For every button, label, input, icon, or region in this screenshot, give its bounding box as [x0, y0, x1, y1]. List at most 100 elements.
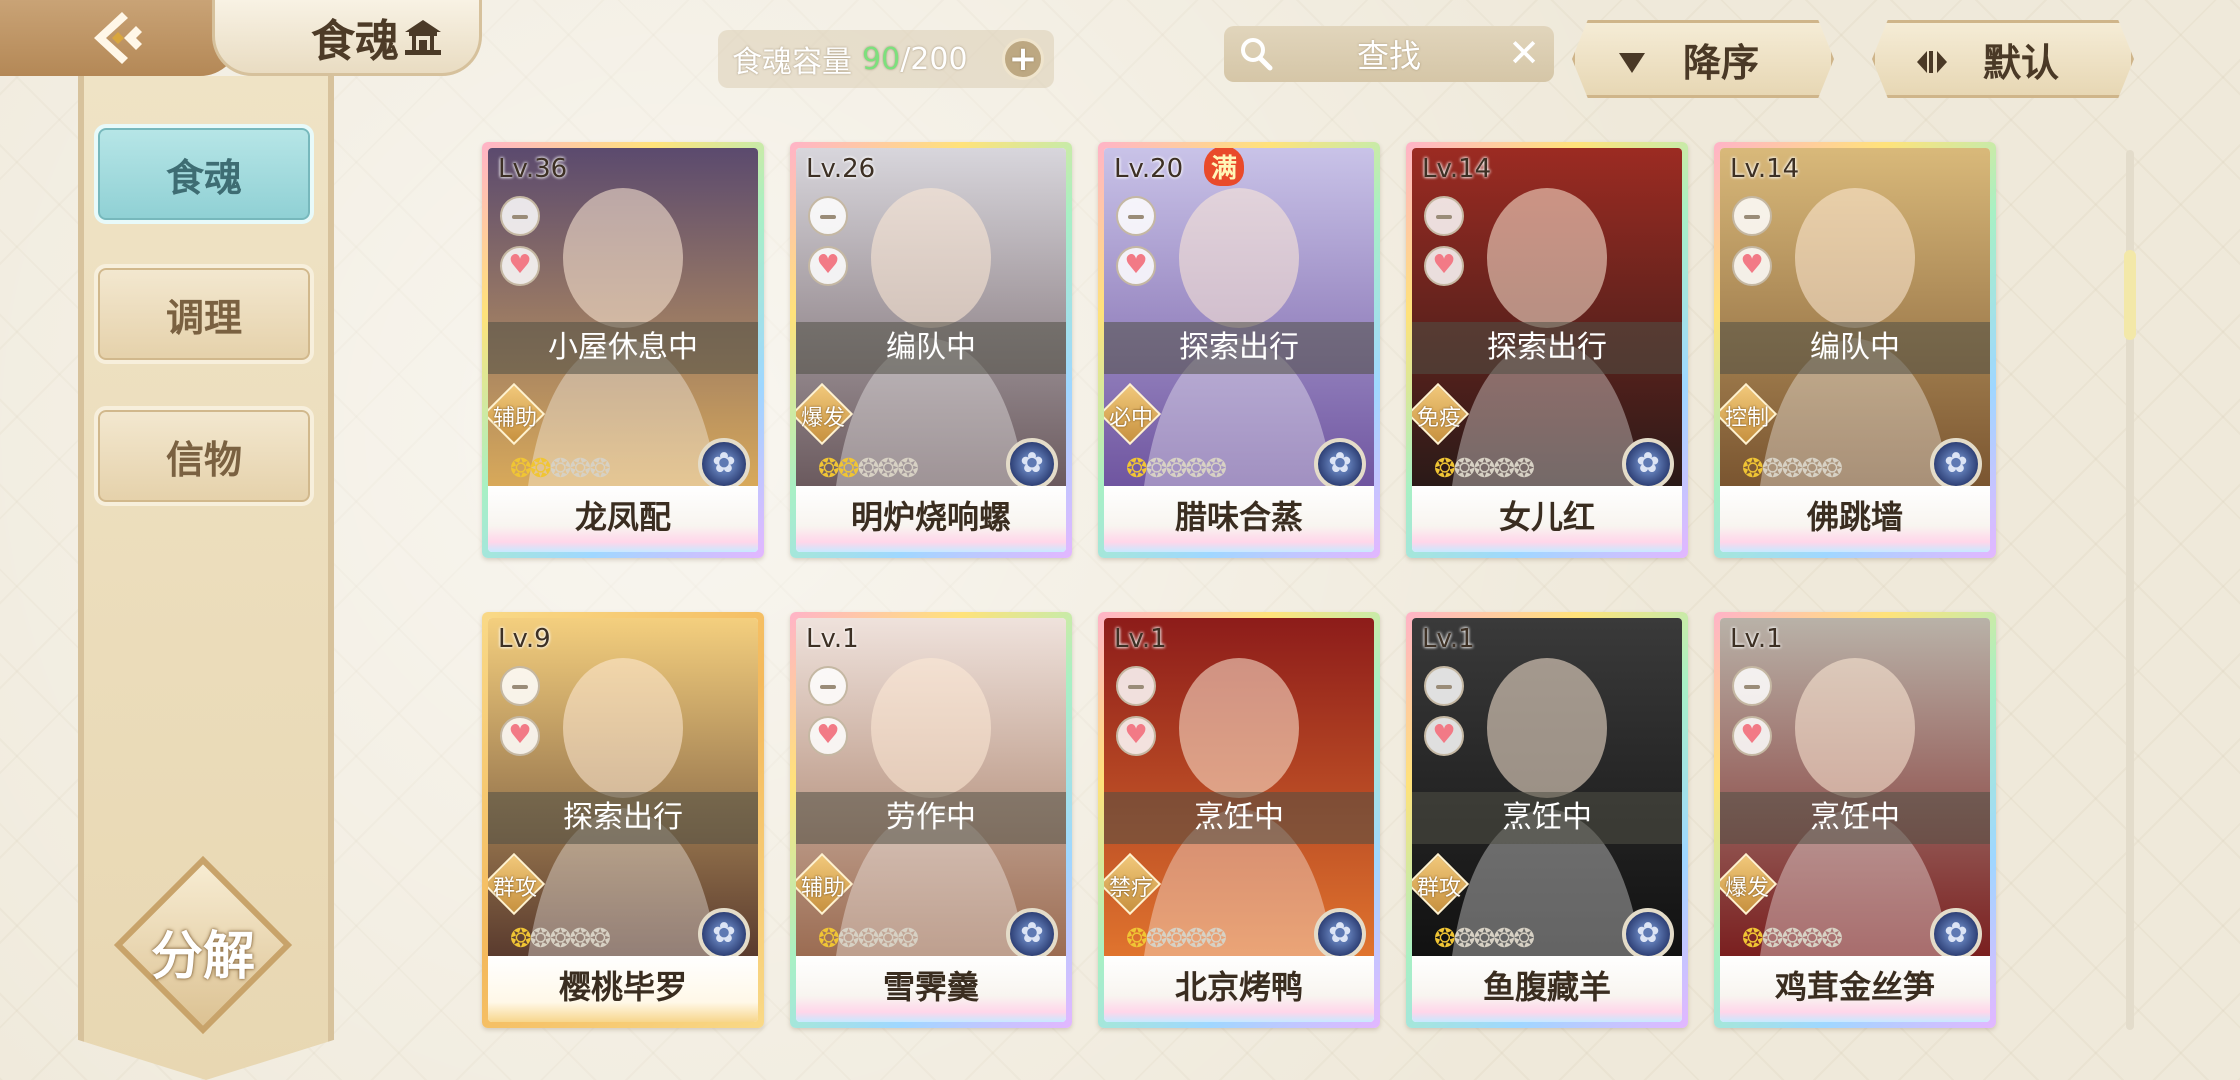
card-inner: Lv.14♥编队中控制❂❂❂❂❂佛跳墙: [1720, 148, 1990, 552]
star-flame-icon: ❂: [1126, 924, 1148, 954]
food-soul-name: 女儿红: [1498, 498, 1595, 536]
star-flame-icon: ❂: [1801, 924, 1823, 954]
role-badge: 必中: [1104, 382, 1162, 446]
lock-icon[interactable]: [808, 666, 848, 706]
star-flame-icon: ❂: [877, 454, 899, 484]
level-label: Lv.20: [1114, 154, 1184, 184]
card-inner: Lv.36♥小屋休息中辅助❂❂❂❂❂龙凤配: [488, 148, 758, 552]
tab-conditioning[interactable]: 调理: [94, 264, 314, 364]
star-rating: ❂❂❂❂❂: [818, 924, 919, 954]
food-soul-card[interactable]: Lv.9♥探索出行群攻❂❂❂❂❂樱桃毕罗: [482, 612, 764, 1028]
favorite-heart-icon[interactable]: ♥: [500, 246, 540, 286]
star-flame-icon: ❂: [1205, 924, 1227, 954]
level-label: Lv.26: [806, 154, 876, 184]
name-bar: 佛跳墙: [1720, 486, 1990, 552]
name-bar: 樱桃毕罗: [488, 956, 758, 1022]
food-soul-card[interactable]: Lv.26♥编队中爆发❂❂❂❂❂明炉烧响螺: [790, 142, 1072, 558]
name-bar: 龙凤配: [488, 486, 758, 552]
star-flame-icon: ❂: [1185, 924, 1207, 954]
star-rating: ❂❂❂❂❂: [510, 924, 611, 954]
food-soul-card[interactable]: Lv.36♥小屋休息中辅助❂❂❂❂❂龙凤配: [482, 142, 764, 558]
star-flame-icon: ❂: [1205, 454, 1227, 484]
scrollbar-thumb[interactable]: [2124, 250, 2136, 340]
star-rating: ❂❂❂❂❂: [818, 454, 919, 484]
favorite-heart-icon[interactable]: ♥: [1732, 246, 1772, 286]
tab-food-souls[interactable]: 食魂: [94, 124, 314, 224]
food-soul-card[interactable]: Lv.14♥探索出行免疫❂❂❂❂❂女儿红: [1406, 142, 1688, 558]
level-label: Lv.14: [1730, 154, 1800, 184]
favorite-heart-icon[interactable]: ♥: [500, 716, 540, 756]
role-badge: 控制: [1720, 382, 1778, 446]
role-label: 禁疗: [1108, 876, 1153, 901]
star-rating: ❂❂❂❂❂: [1742, 454, 1843, 484]
star-flame-icon: ❂: [1434, 454, 1456, 484]
favorite-heart-icon[interactable]: ♥: [1116, 246, 1156, 286]
role-badge: 群攻: [1412, 852, 1470, 916]
clear-search-icon[interactable]: ✕: [1508, 34, 1540, 72]
star-flame-icon: ❂: [1742, 454, 1764, 484]
title-plate: 食魂: [212, 0, 482, 76]
tab-tokens[interactable]: 信物: [94, 406, 314, 506]
food-soul-card[interactable]: Lv.1♥劳作中辅助❂❂❂❂❂雪霁羹: [790, 612, 1072, 1028]
favorite-heart-icon[interactable]: ♥: [1424, 246, 1464, 286]
food-soul-card[interactable]: Lv.1♥烹饪中禁疗❂❂❂❂❂北京烤鸭: [1098, 612, 1380, 1028]
element-emblem-icon: [698, 908, 750, 960]
food-soul-card[interactable]: Lv.14♥编队中控制❂❂❂❂❂佛跳墙: [1714, 142, 1996, 558]
star-flame-icon: ❂: [1801, 454, 1823, 484]
food-soul-card[interactable]: Lv.1♥烹饪中群攻❂❂❂❂❂鱼腹藏羊: [1406, 612, 1688, 1028]
role-label: 爆发: [1724, 876, 1769, 901]
back-button[interactable]: [0, 0, 240, 76]
star-flame-icon: ❂: [897, 454, 919, 484]
status-label: 烹饪中: [1104, 792, 1374, 844]
pavilion-icon[interactable]: [401, 18, 445, 58]
capacity-display: 食魂容量 90 / 200 +: [718, 30, 1054, 88]
add-capacity-button[interactable]: +: [1002, 38, 1044, 80]
lock-icon[interactable]: [500, 196, 540, 236]
status-label: 小屋休息中: [488, 322, 758, 374]
star-flame-icon: ❂: [857, 924, 880, 954]
status-label: 编队中: [1720, 322, 1990, 374]
food-soul-card[interactable]: Lv.1♥烹饪中爆发❂❂❂❂❂鸡茸金丝笋: [1714, 612, 1996, 1028]
card-inner: Lv.14♥探索出行免疫❂❂❂❂❂女儿红: [1412, 148, 1682, 552]
lock-icon[interactable]: [1116, 666, 1156, 706]
search-input[interactable]: 查找 ✕: [1224, 26, 1554, 82]
role-label: 群攻: [492, 876, 537, 901]
sort-mode-button[interactable]: 默认: [1872, 20, 2134, 98]
sort-order-button[interactable]: 降序: [1572, 20, 1834, 98]
lock-icon[interactable]: [808, 196, 848, 236]
status-label: 探索出行: [488, 792, 758, 844]
level-label: Lv.36: [498, 154, 568, 184]
role-badge: 禁疗: [1104, 852, 1162, 916]
favorite-heart-icon[interactable]: ♥: [1732, 716, 1772, 756]
favorite-heart-icon[interactable]: ♥: [808, 246, 848, 286]
lock-icon[interactable]: [1116, 196, 1156, 236]
star-flame-icon: ❂: [529, 454, 552, 484]
star-flame-icon: ❂: [897, 924, 919, 954]
level-label: Lv.1: [1114, 624, 1167, 654]
food-soul-card[interactable]: Lv.20满♥探索出行必中❂❂❂❂❂腊味合蒸: [1098, 142, 1380, 558]
role-label: 免疫: [1416, 406, 1461, 431]
lock-icon[interactable]: [500, 666, 540, 706]
back-arrow-icon: [94, 12, 142, 64]
star-flame-icon: ❂: [837, 454, 860, 484]
star-flame-icon: ❂: [877, 924, 899, 954]
lock-icon[interactable]: [1424, 666, 1464, 706]
star-rating: ❂❂❂❂❂: [1126, 454, 1227, 484]
star-flame-icon: ❂: [1126, 454, 1148, 484]
star-rating: ❂❂❂❂❂: [510, 454, 611, 484]
star-flame-icon: ❂: [1145, 454, 1168, 484]
sort-mode-label: 默认: [1982, 39, 2059, 85]
favorite-heart-icon[interactable]: ♥: [808, 716, 848, 756]
role-label: 控制: [1724, 406, 1769, 431]
favorite-heart-icon[interactable]: ♥: [1424, 716, 1464, 756]
lock-icon[interactable]: [1424, 196, 1464, 236]
level-label: Lv.1: [806, 624, 859, 654]
lock-icon[interactable]: [1732, 196, 1772, 236]
status-label: 劳作中: [796, 792, 1066, 844]
star-flame-icon: ❂: [1453, 924, 1476, 954]
food-soul-name: 腊味合蒸: [1174, 498, 1303, 536]
role-badge: 爆发: [796, 382, 854, 446]
decompose-button[interactable]: 分解: [113, 855, 293, 1035]
favorite-heart-icon[interactable]: ♥: [1116, 716, 1156, 756]
lock-icon[interactable]: [1732, 666, 1772, 706]
